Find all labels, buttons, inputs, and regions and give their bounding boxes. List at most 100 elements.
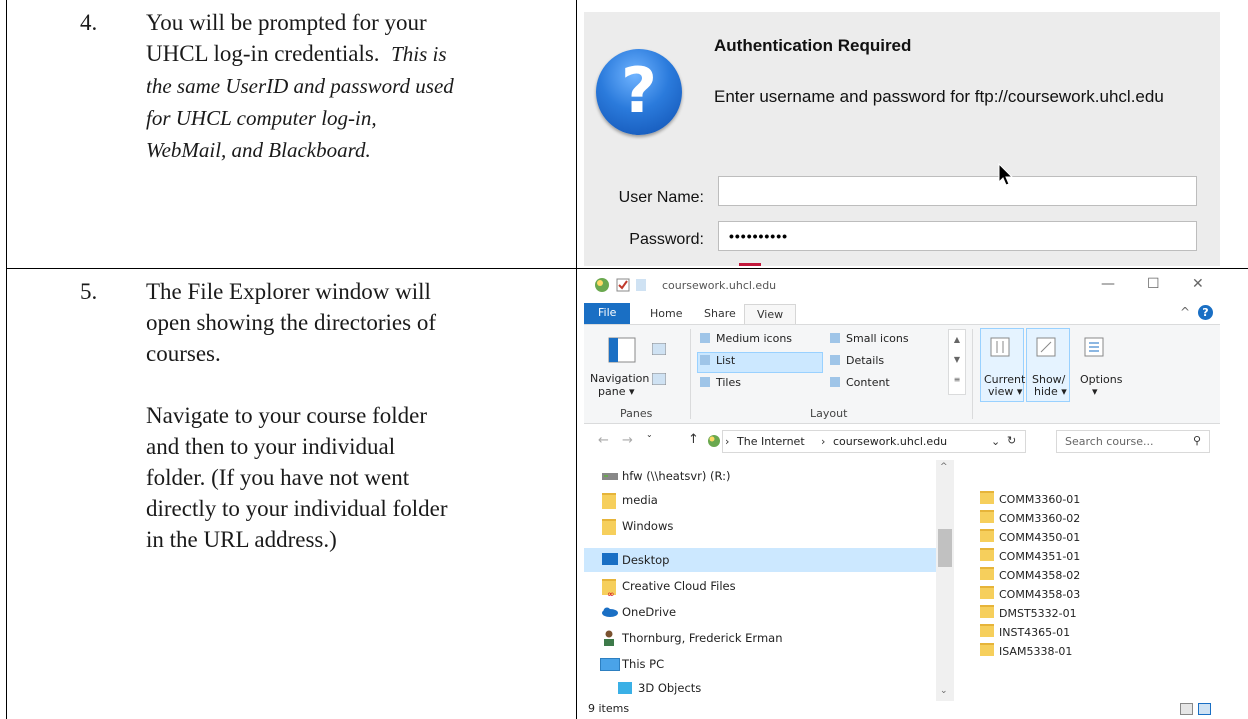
breadcrumb[interactable]: › The Internet › coursework.uhcl.edu ⌄ ↻ <box>708 430 1026 453</box>
username-label: User Name: <box>618 189 704 206</box>
search-input[interactable]: Search course... ⚲ <box>1056 430 1210 453</box>
tiles-icon <box>700 377 710 387</box>
list-item[interactable]: COMM4350-01 <box>980 528 1080 547</box>
nav-scrollbar[interactable]: ^ ⌄ <box>936 460 954 701</box>
tab-share[interactable]: Share <box>692 304 748 324</box>
folder-icon <box>980 529 994 542</box>
preview-pane-icon[interactable] <box>652 343 666 355</box>
breadcrumb-item[interactable]: coursework.uhcl.edu <box>833 435 947 448</box>
refresh-icon[interactable]: ↻ <box>1007 434 1016 447</box>
layout-list[interactable]: List <box>700 354 735 367</box>
minimize-button[interactable]: — <box>1101 276 1115 292</box>
nav-item-desktop[interactable]: Desktop <box>602 548 669 572</box>
nav-item-user[interactable]: Thornburg, Frederick Erman <box>604 626 782 650</box>
nav-item-network-drive[interactable]: hfw (\\heatsvr) (R:) <box>602 464 731 488</box>
layout-small-icons[interactable]: Small icons <box>830 332 909 345</box>
list-item[interactable]: COMM3360-01 <box>980 490 1080 509</box>
folder-icon <box>602 519 616 535</box>
password-label: Password: <box>629 231 704 248</box>
step-number: 4. <box>80 10 98 35</box>
group-label-panes: Panes <box>620 407 653 420</box>
network-drive-icon <box>602 473 618 480</box>
list-item[interactable]: COMM4358-03 <box>980 585 1080 604</box>
address-bar-row: ← → ⌄ ↑ › The Internet › coursework.uhcl… <box>584 424 1220 460</box>
tab-file[interactable]: File <box>584 303 631 324</box>
globe-icon <box>595 278 609 292</box>
large-icons-view-icon[interactable] <box>1198 703 1211 715</box>
nav-item-media[interactable]: media <box>602 488 658 512</box>
list-item[interactable]: INST4365-01 <box>980 623 1070 642</box>
content-icon <box>830 377 840 387</box>
step-line: courses. <box>146 341 221 366</box>
tab-home[interactable]: Home <box>638 304 694 324</box>
layout-details[interactable]: Details <box>830 354 884 367</box>
medium-icons-icon <box>700 333 710 343</box>
details-pane-icon[interactable] <box>652 373 666 385</box>
layout-medium-icons[interactable]: Medium icons <box>700 332 792 345</box>
options-dropdown[interactable]: ▾ <box>1092 385 1098 398</box>
breadcrumb-separator: › <box>821 435 826 448</box>
folder-icon <box>980 510 994 523</box>
options-icon[interactable] <box>1084 337 1104 357</box>
maximize-button[interactable]: ☐ <box>1147 276 1160 292</box>
tab-view[interactable]: View <box>744 304 797 325</box>
navigation-pane-dropdown[interactable]: pane ▾ <box>598 385 634 398</box>
folder-icon <box>980 605 994 618</box>
nav-item-creative-cloud[interactable]: ∞ Creative Cloud Files <box>602 574 736 600</box>
table-border-left <box>6 0 7 719</box>
password-field[interactable]: •••••••••• <box>718 221 1197 251</box>
nav-item-3d-objects[interactable]: 3D Objects <box>618 676 701 700</box>
new-folder-icon[interactable] <box>636 279 646 291</box>
chevron-down-icon[interactable]: ⌄ <box>991 435 1000 448</box>
table-divider <box>576 0 577 719</box>
scrollbar-thumb[interactable] <box>938 529 952 567</box>
layout-tiles[interactable]: Tiles <box>700 376 741 389</box>
user-icon <box>604 630 614 646</box>
file-explorer-window: coursework.uhcl.edu — ☐ ✕ File Home Shar… <box>584 272 1220 719</box>
authentication-dialog: ? Authentication Required Enter username… <box>584 12 1220 266</box>
step-number: 5. <box>80 279 98 304</box>
list-item[interactable]: COMM3360-02 <box>980 509 1080 528</box>
nav-item-onedrive[interactable]: OneDrive <box>602 600 676 624</box>
step-line: open showing the directories of <box>146 310 436 335</box>
search-icon: ⚲ <box>1193 434 1202 447</box>
forward-arrow-icon[interactable]: → <box>622 433 633 448</box>
list-item[interactable]: COMM4351-01 <box>980 547 1080 566</box>
back-arrow-icon[interactable]: ← <box>598 433 609 448</box>
folder-icon <box>602 493 616 509</box>
details-view-icon[interactable] <box>1180 703 1193 715</box>
group-label-layout: Layout <box>810 407 848 420</box>
ribbon-tabs: File Home Share View ^ ? <box>584 300 1220 325</box>
table-row-divider <box>6 268 1248 269</box>
title-bar: coursework.uhcl.edu — ☐ ✕ <box>584 272 1220 300</box>
scroll-down-icon[interactable]: ⌄ <box>940 686 948 696</box>
status-bar: 9 items <box>584 701 1220 719</box>
nav-item-this-pc[interactable]: This PC <box>600 652 664 676</box>
list-item[interactable]: ISAM5338-01 <box>980 642 1072 661</box>
list-item[interactable]: COMM4358-02 <box>980 566 1080 585</box>
layout-scroll[interactable]: ▲ ▼ ≡ <box>948 329 966 395</box>
navigation-pane-icon[interactable] <box>608 337 636 363</box>
properties-icon[interactable] <box>616 278 630 292</box>
navigation-pane-button[interactable]: Navigation <box>590 372 649 385</box>
close-button[interactable]: ✕ <box>1192 276 1204 292</box>
chevron-up-icon[interactable]: ^ <box>1180 305 1190 319</box>
ribbon-separator <box>690 329 691 419</box>
scroll-up-icon[interactable]: ^ <box>940 462 948 472</box>
mouse-pointer-icon <box>998 163 1014 186</box>
ribbon-separator <box>972 329 973 419</box>
history-dropdown-icon[interactable]: ⌄ <box>646 430 653 439</box>
folder-icon <box>980 586 994 599</box>
breadcrumb-item[interactable]: The Internet <box>737 435 805 448</box>
username-field[interactable] <box>718 176 1197 206</box>
step-line: for UHCL computer log-in, <box>146 106 377 130</box>
options-button[interactable]: Options <box>1080 373 1122 386</box>
show-hide-dropdown: hide ▾ <box>1034 385 1067 398</box>
desktop-icon <box>602 553 618 565</box>
search-placeholder: Search course... <box>1065 435 1154 448</box>
help-icon[interactable]: ? <box>1198 305 1213 320</box>
layout-content[interactable]: Content <box>830 376 890 389</box>
list-item[interactable]: DMST5332-01 <box>980 604 1077 623</box>
up-arrow-icon[interactable]: ↑ <box>688 432 699 447</box>
nav-item-windows[interactable]: Windows <box>602 514 673 538</box>
